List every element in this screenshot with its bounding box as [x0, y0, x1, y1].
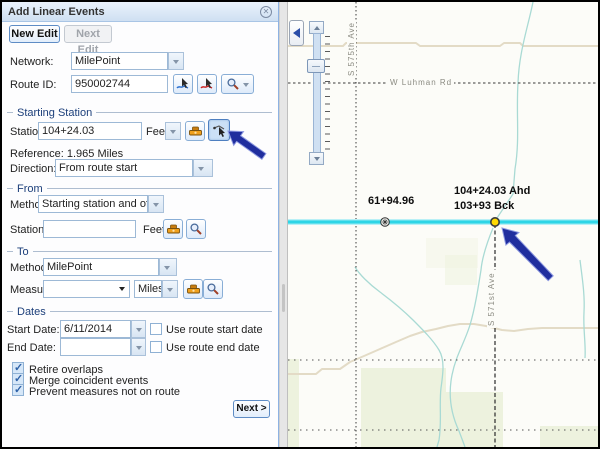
zoom-slider-ticks — [325, 36, 330, 150]
from-station-label: Station: — [10, 223, 47, 237]
panel-splitter[interactable] — [279, 2, 288, 447]
panel-title: Add Linear Events — [8, 6, 260, 18]
end-date-dropdown-arrow-icon[interactable] — [131, 338, 146, 356]
legend-text: To — [17, 246, 29, 258]
station-back-label: 103+93 Bck — [454, 200, 514, 212]
minor-roads — [288, 43, 598, 374]
from-method-select[interactable]: Starting station and offset — [38, 195, 148, 213]
route-id-label: Route ID: — [10, 78, 56, 92]
starting-station-legend: Starting Station — [7, 106, 272, 119]
select-route-on-map-button[interactable] — [173, 74, 193, 94]
legend-text: Starting Station — [17, 107, 92, 119]
use-route-start-date-checkbox[interactable] — [150, 323, 162, 335]
map-annotation-arrow — [502, 228, 553, 281]
legend-text: Dates — [17, 306, 46, 318]
station-ahead-label: 104+24.03 Ahd — [454, 185, 530, 197]
from-method-dropdown-arrow-icon[interactable] — [148, 195, 164, 213]
search-dropdown-caret-icon — [243, 83, 249, 90]
clear-selection-icon — [200, 77, 214, 91]
station-measure-label: 61+94.96 — [368, 195, 414, 207]
direction-label: Direction: — [10, 162, 56, 176]
to-method-select[interactable]: MilePoint — [43, 258, 159, 276]
measure-tool-icon — [186, 282, 201, 296]
measure-unit-select[interactable]: Miles — [134, 280, 162, 298]
next-button[interactable]: Next > — [233, 400, 270, 418]
use-route-start-date-label: Use route start date — [166, 323, 263, 337]
measure-combo-caret-icon[interactable] — [119, 287, 125, 294]
from-station-unit-label: Feet — [143, 223, 165, 237]
network-dropdown-arrow-icon[interactable] — [168, 52, 184, 70]
dates-legend: Dates — [7, 305, 272, 318]
use-route-end-date-label: Use route end date — [166, 341, 260, 355]
legend-text: From — [17, 183, 43, 195]
reference-post-marker — [381, 218, 390, 227]
from-station-search-button[interactable] — [186, 219, 206, 239]
road-label-571st: S 571st Ave — [487, 270, 496, 328]
clear-route-selection-button[interactable] — [197, 74, 217, 94]
zoom-slider-track[interactable] — [313, 33, 321, 153]
start-date-dropdown-arrow-icon[interactable] — [131, 320, 146, 338]
picked-station-marker[interactable] — [491, 218, 499, 226]
end-date-label: End Date: — [7, 341, 56, 355]
prevent-measures-checkbox[interactable] — [12, 384, 24, 396]
station-measure-tool-button[interactable] — [185, 121, 205, 141]
measure-tool-icon — [188, 124, 203, 138]
start-date-input[interactable]: 6/11/2014 — [60, 320, 131, 338]
measure-tool-icon — [166, 222, 181, 236]
next-edit-button[interactable]: Next Edit — [64, 25, 112, 43]
map-graphics — [288, 2, 598, 447]
pick-station-icon — [212, 123, 227, 138]
search-icon — [206, 282, 220, 296]
to-legend: To — [7, 245, 272, 258]
zoom-out-button[interactable] — [309, 152, 324, 165]
add-linear-events-panel: Add Linear Events ✕ New Edit Next Edit N… — [2, 2, 279, 447]
close-icon[interactable]: ✕ — [260, 6, 272, 18]
use-route-end-date-checkbox[interactable] — [150, 341, 162, 353]
to-method-dropdown-arrow-icon[interactable] — [159, 258, 177, 276]
road-label-575th: S 575th Ave — [347, 20, 356, 78]
direction-select[interactable]: From route start — [55, 159, 193, 177]
map-canvas[interactable]: 61+94.96 104+24.03 Ahd 103+93 Bck W Luhm… — [288, 2, 598, 447]
station-input[interactable]: 104+24.03 — [38, 122, 142, 140]
network-select[interactable]: MilePoint — [71, 52, 168, 70]
panel-titlebar[interactable]: Add Linear Events ✕ — [2, 2, 278, 22]
network-label: Network: — [10, 55, 53, 69]
collapse-arrow-icon — [293, 28, 300, 38]
search-icon — [189, 222, 203, 236]
route-search-button[interactable] — [221, 74, 254, 94]
zoom-out-icon — [314, 157, 320, 161]
road-label-luhman: W Luhman Rd — [388, 78, 454, 87]
collapse-panel-button[interactable] — [289, 20, 304, 46]
measure-tool-button[interactable] — [183, 279, 203, 299]
field-polygons — [288, 238, 598, 447]
measure-unit-dropdown-arrow-icon[interactable] — [162, 280, 178, 298]
start-date-label: Start Date: — [7, 323, 60, 337]
application-window: Add Linear Events ✕ New Edit Next Edit N… — [0, 0, 600, 449]
select-route-icon — [176, 77, 190, 91]
end-date-input[interactable] — [60, 338, 131, 356]
prevent-measures-label: Prevent measures not on route — [29, 385, 180, 399]
from-measure-tool-button[interactable] — [163, 219, 183, 239]
zoom-in-icon — [314, 26, 320, 30]
station-unit-dropdown-arrow-icon[interactable] — [165, 122, 181, 140]
from-station-input[interactable] — [43, 220, 136, 238]
new-edit-button[interactable]: New Edit — [9, 25, 60, 43]
zoom-slider-handle[interactable] — [307, 59, 325, 73]
measure-search-button[interactable] — [203, 279, 223, 299]
measure-combo[interactable] — [43, 280, 130, 298]
from-legend: From — [7, 182, 272, 195]
splitter-grip-icon — [282, 284, 285, 312]
pick-station-from-map-button[interactable] — [208, 119, 230, 141]
direction-dropdown-arrow-icon[interactable] — [193, 159, 213, 177]
route-id-input[interactable]: 950002744 — [71, 75, 168, 93]
search-icon — [226, 77, 240, 91]
